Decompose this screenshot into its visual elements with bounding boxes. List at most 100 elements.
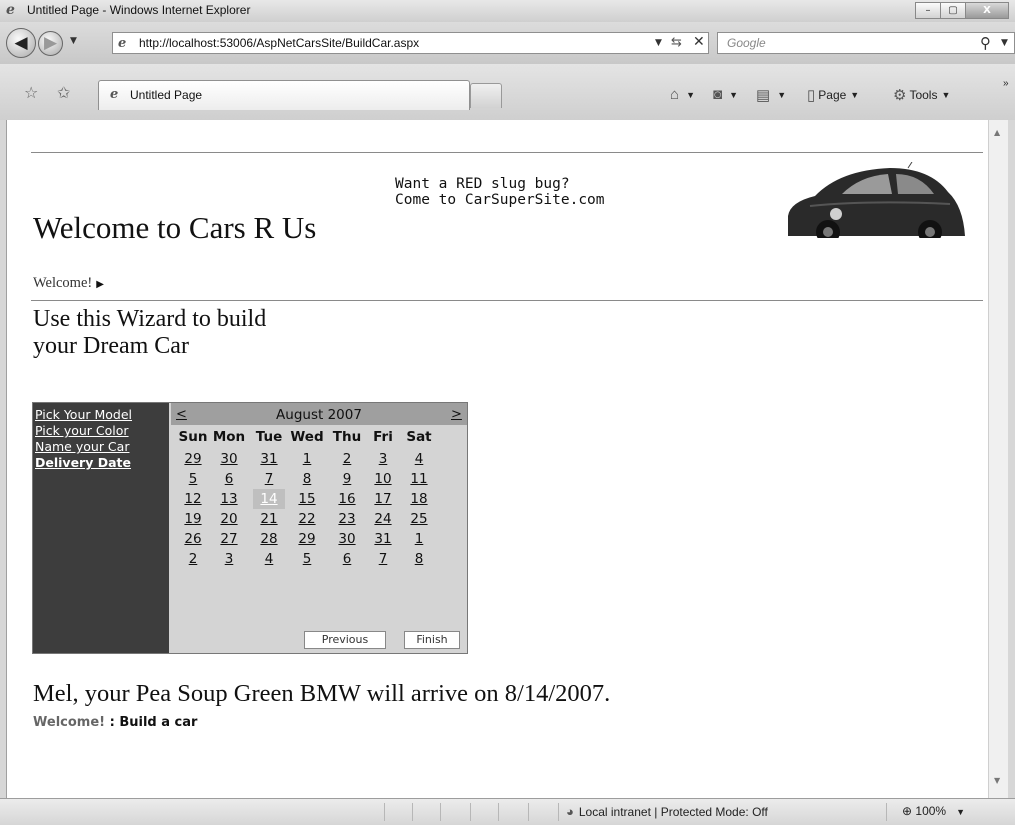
address-bar[interactable]: e http://localhost:53006/AspNetCarsSite/… [112,32,709,54]
calendar-day[interactable]: 19 [177,509,209,529]
security-zone-indicator[interactable]: ◕ Local intranet | Protected Mode: Off [566,804,768,819]
finish-button[interactable]: Finish [404,631,460,649]
scroll-up-arrow-icon[interactable]: ▲ [994,128,1000,137]
calendar-weekday-header: Tue [255,429,283,445]
calendar-day[interactable]: 2 [177,549,209,569]
calendar-day[interactable]: 28 [253,529,285,549]
calendar-day[interactable]: 17 [367,489,399,509]
calendar-day[interactable]: 31 [253,449,285,469]
calendar-day[interactable]: 18 [403,489,435,509]
back-button[interactable]: ◀ [6,28,36,58]
scroll-down-arrow-icon[interactable]: ▼ [994,776,1000,785]
calendar-day[interactable]: 12 [177,489,209,509]
calendar-day[interactable]: 29 [177,449,209,469]
calendar-day[interactable]: 24 [367,509,399,529]
calendar-day[interactable]: 11 [403,469,435,489]
feeds-button[interactable]: ◙ ▼ [713,86,738,103]
print-button[interactable]: ▤ ▼ [756,86,786,104]
calendar-day-selected[interactable]: 14 [253,489,285,509]
calendar-day[interactable]: 29 [291,529,323,549]
page-menu[interactable]: ▯ Page ▼ [807,86,859,104]
breadcrumb-root-link[interactable]: Welcome! [33,715,105,730]
refresh-icon[interactable]: ⇆ [671,35,682,50]
calendar-weekday-header: Wed [290,429,324,445]
site-title: Welcome to Cars R Us [33,210,317,245]
add-favorites-icon[interactable]: ✩ [57,83,70,102]
recent-pages-dropdown[interactable]: ▼ [70,36,77,46]
close-button[interactable]: X [965,2,1009,19]
ad-line-1[interactable]: Want a RED slug bug? [395,176,605,192]
ad-line-2[interactable]: Come to CarSuperSite.com [395,192,605,208]
address-dropdown[interactable]: ▼ [655,38,662,48]
calendar-prev-month-link[interactable]: < [176,407,187,422]
stop-icon[interactable]: ✕ [693,34,705,50]
status-bar: ◕ Local intranet | Protected Mode: Off ⊕ … [0,798,1015,825]
search-box[interactable]: Google ⚲ ▼ [717,32,1015,54]
calendar-day[interactable]: 4 [253,549,285,569]
zoom-level-control[interactable]: ⊕ 100% ▼ [902,804,965,818]
calendar-day[interactable]: 23 [331,509,363,529]
search-icon[interactable]: ⚲ [980,34,991,52]
favorites-star-icon[interactable]: ☆ [24,83,38,102]
calendar-day[interactable]: 8 [291,469,323,489]
more-commands-chevron-icon[interactable]: » [1003,78,1009,89]
wizard-step-name-car[interactable]: Name your Car [35,440,129,454]
calendar-day[interactable]: 3 [367,449,399,469]
calendar-day[interactable]: 8 [403,549,435,569]
back-arrow-icon: ◀ [14,33,28,53]
calendar-day[interactable]: 30 [331,529,363,549]
print-icon: ▤ [756,87,771,104]
wizard-heading: Use this Wizard to build your Dream Car [33,306,267,359]
forward-button[interactable]: ▶ [38,31,63,56]
calendar-day[interactable]: 7 [253,469,285,489]
wizard-step-pick-model[interactable]: Pick Your Model [35,408,132,422]
tools-menu[interactable]: ⚙ Tools ▼ [893,86,950,104]
calendar-day[interactable]: 16 [331,489,363,509]
site-menu-item-welcome[interactable]: Welcome! ▶ [33,275,104,292]
calendar-day[interactable]: 10 [367,469,399,489]
calendar-day[interactable]: 27 [213,529,245,549]
calendar-day[interactable]: 5 [177,469,209,489]
car-ad-image[interactable] [780,162,965,238]
home-button[interactable]: ⌂ ▼ [670,86,695,103]
maximize-button[interactable]: ▢ [940,2,966,19]
gear-icon: ⚙ [893,87,907,104]
new-tab-button[interactable] [470,83,502,108]
browser-tab[interactable]: e Untitled Page [98,80,470,110]
calendar-day[interactable]: 6 [331,549,363,569]
ad-rotator-text[interactable]: Want a RED slug bug? Come to CarSuperSit… [395,176,605,208]
calendar-day[interactable]: 2 [331,449,363,469]
calendar-day[interactable]: 13 [213,489,245,509]
calendar-day[interactable]: 26 [177,529,209,549]
address-url[interactable]: http://localhost:53006/AspNetCarsSite/Bu… [139,36,419,50]
calendar-day[interactable]: 7 [367,549,399,569]
calendar-day[interactable]: 20 [213,509,245,529]
calendar-day[interactable]: 15 [291,489,323,509]
calendar-day[interactable]: 1 [291,449,323,469]
search-provider-dropdown[interactable]: ▼ [1001,38,1008,48]
calendar-day[interactable]: 6 [213,469,245,489]
search-placeholder[interactable]: Google [727,36,766,50]
calendar-day[interactable]: 1 [403,529,435,549]
calendar-day[interactable]: 25 [403,509,435,529]
calendar-day[interactable]: 5 [291,549,323,569]
calendar-day[interactable]: 31 [367,529,399,549]
minimize-button[interactable]: – [915,2,941,19]
wizard-step-pick-color[interactable]: Pick your Color [35,424,129,438]
calendar-weekday-header: Mon [212,429,246,445]
calendar-day[interactable]: 9 [331,469,363,489]
calendar-day[interactable]: 4 [403,449,435,469]
previous-button[interactable]: Previous [304,631,386,649]
calendar-day[interactable]: 30 [213,449,245,469]
calendar-next-month-link[interactable]: > [451,407,462,422]
vertical-scrollbar[interactable]: ▲ ▼ [988,120,1008,798]
calendar-day[interactable]: 22 [291,509,323,529]
zoom-magnifier-icon: ⊕ [902,804,913,818]
calendar-day[interactable]: 21 [253,509,285,529]
tab-label: Untitled Page [130,88,203,102]
breadcrumb-current: Build a car [119,715,198,730]
window-controls: – ▢ X [915,2,1009,20]
page-menu-icon: ▯ [807,87,816,104]
calendar-day[interactable]: 3 [213,549,245,569]
wizard-step-delivery-date[interactable]: Delivery Date [35,456,131,470]
